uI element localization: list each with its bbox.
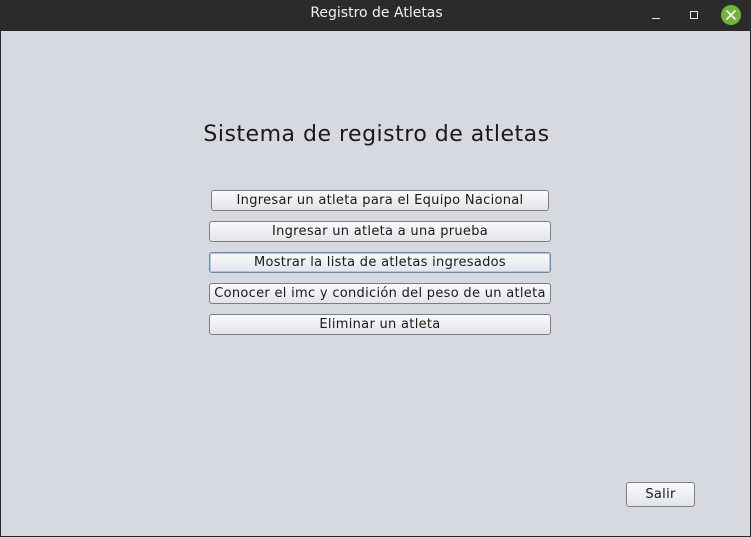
application-window: Registro de Atletas Sistema de registro … bbox=[0, 0, 751, 537]
exit-button[interactable]: Salir bbox=[626, 482, 695, 507]
maximize-icon[interactable] bbox=[685, 6, 703, 24]
register-national-team-athlete-button[interactable]: Ingresar un atleta para el Equipo Nacion… bbox=[211, 190, 549, 211]
athlete-bmi-button[interactable]: Conocer el imc y condición del peso de u… bbox=[209, 283, 551, 304]
register-athlete-event-button[interactable]: Ingresar un atleta a una prueba bbox=[209, 221, 551, 242]
show-athlete-list-button[interactable]: Mostrar la lista de atletas ingresados bbox=[209, 252, 551, 273]
delete-athlete-button[interactable]: Eliminar un atleta bbox=[209, 314, 551, 335]
page-title: Sistema de registro de atletas bbox=[203, 122, 550, 147]
close-icon[interactable] bbox=[721, 5, 741, 25]
minimize-icon[interactable] bbox=[647, 6, 665, 24]
title-bar[interactable]: Registro de Atletas bbox=[1, 0, 751, 31]
window-title: Registro de Atletas bbox=[310, 5, 443, 21]
